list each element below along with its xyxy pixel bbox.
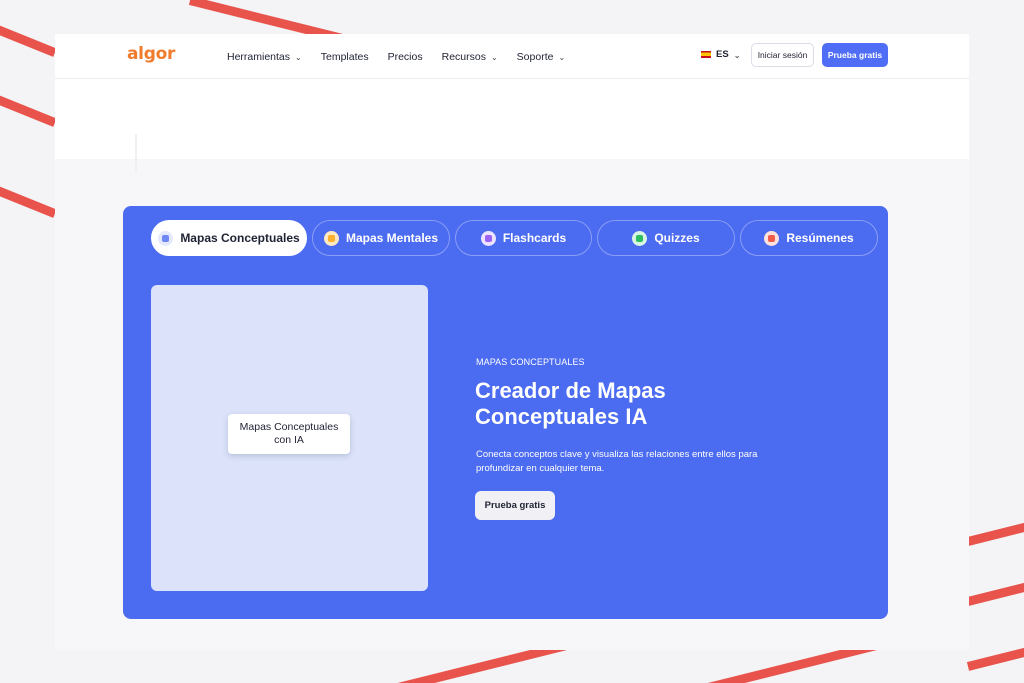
nav-item-herramientas[interactable]: Herramientas ⌄	[227, 51, 302, 63]
page-title: Creador de Mapas Conceptuales IA	[475, 378, 666, 429]
decorative-stripe	[966, 645, 1024, 671]
feature-description: Conecta conceptos clave y visualiza las …	[476, 449, 758, 474]
tab-label: Mapas Mentales	[345, 231, 439, 245]
nav-item-templates[interactable]: Templates	[321, 51, 369, 63]
language-code: ES	[716, 49, 729, 60]
feature-hero: Mapas Conceptuales Mapas Mentales Flashc…	[123, 206, 888, 619]
summaries-icon	[764, 230, 780, 246]
tab-label: Flashcards	[502, 231, 567, 245]
tab-mapas-conceptuales[interactable]: Mapas Conceptuales	[151, 220, 307, 256]
chevron-down-icon: ⌄	[490, 53, 498, 62]
flashcards-icon	[480, 230, 496, 246]
nav-item-label: Recursos	[441, 50, 486, 63]
page-viewport: algor Herramientas ⌄ Templates Precios R…	[55, 34, 969, 650]
section-kicker: MAPAS CONCEPTUALES	[476, 357, 585, 367]
hero-free-trial-button[interactable]: Prueba gratis	[475, 491, 555, 520]
nav-item-precios[interactable]: Precios	[388, 51, 423, 63]
nav-item-recursos[interactable]: Recursos ⌄	[442, 51, 498, 63]
feature-preview-image: Mapas Conceptuales con IA	[151, 285, 428, 591]
tab-label: Resúmenes	[786, 231, 854, 245]
nav-item-label: Herramientas	[227, 50, 291, 63]
nav-item-soporte[interactable]: Soporte ⌄	[517, 51, 565, 63]
decorative-stripe	[0, 92, 57, 127]
divider	[135, 134, 137, 174]
tab-quizzes[interactable]: Quizzes	[597, 220, 735, 256]
tab-mapas-mentales[interactable]: Mapas Mentales	[312, 220, 450, 256]
free-trial-button[interactable]: Prueba gratis	[822, 43, 888, 67]
decorative-stripe	[0, 22, 57, 57]
chevron-down-icon: ⌄	[295, 53, 302, 62]
language-selector[interactable]: ES ⌄	[701, 49, 740, 60]
login-button[interactable]: Iniciar sesión	[751, 43, 814, 67]
main-menu: Herramientas ⌄ Templates Precios Recurso…	[227, 34, 584, 79]
quizzes-icon	[632, 230, 648, 246]
chevron-down-icon: ⌄	[733, 51, 741, 60]
feature-tabs: Mapas Conceptuales Mapas Mentales Flashc…	[151, 220, 878, 256]
tab-resumenes[interactable]: Resúmenes	[740, 220, 878, 256]
top-navigation: algor Herramientas ⌄ Templates Precios R…	[55, 34, 969, 79]
algor-logo[interactable]: algor	[127, 44, 175, 64]
header-spacer	[55, 79, 969, 174]
mind-map-icon	[323, 230, 339, 246]
decorative-stripe	[966, 580, 1024, 606]
decorative-stripe	[966, 520, 1024, 546]
nav-item-label: Templates	[320, 50, 369, 63]
nav-item-label: Soporte	[516, 50, 554, 63]
tab-flashcards[interactable]: Flashcards	[455, 220, 592, 256]
concept-map-icon	[158, 230, 174, 246]
decorative-stripe	[0, 183, 57, 218]
preview-caption: Mapas Conceptuales con IA	[228, 414, 350, 454]
tab-label: Mapas Conceptuales	[180, 231, 300, 245]
nav-item-label: Precios	[387, 50, 423, 63]
chevron-down-icon: ⌄	[558, 53, 566, 62]
tab-label: Quizzes	[654, 231, 700, 245]
spain-flag-icon	[701, 51, 711, 58]
